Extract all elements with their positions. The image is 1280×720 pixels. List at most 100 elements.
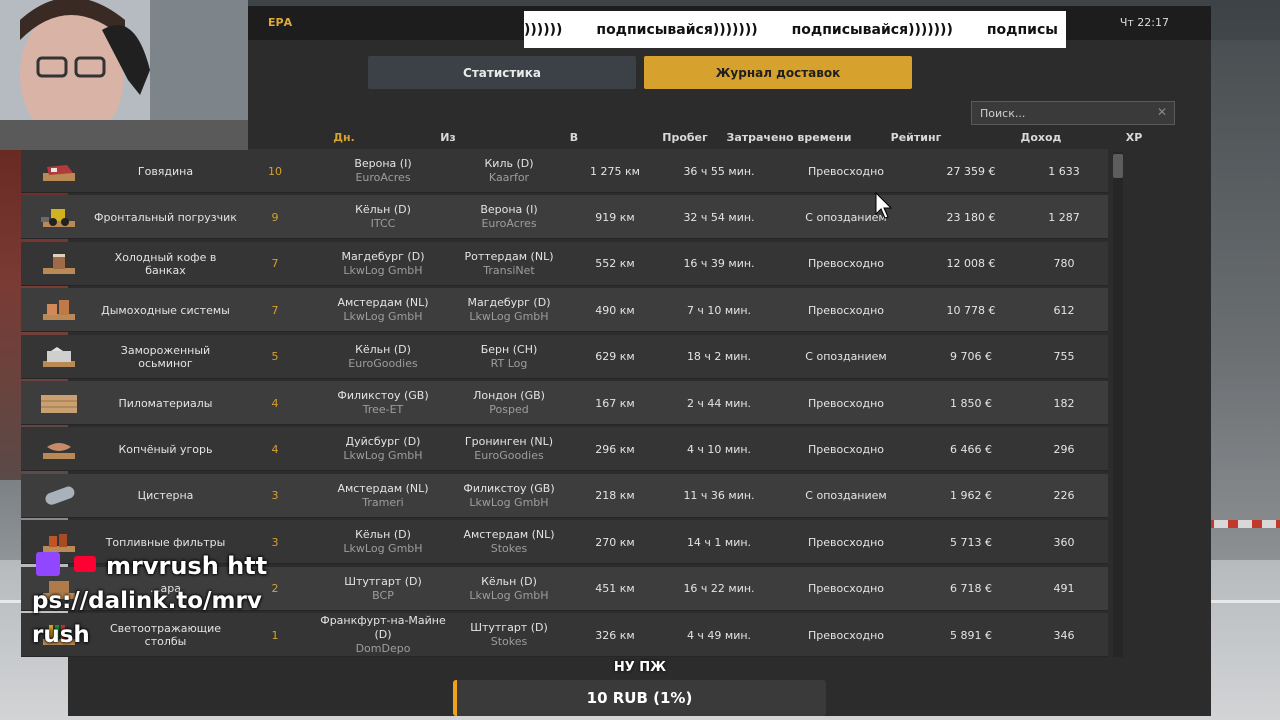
octopus-cargo-icon: [43, 346, 75, 367]
time-value: 4 ч 49 мин.: [686, 628, 752, 642]
tab-statistics[interactable]: Статистика: [368, 56, 636, 89]
table-row[interactable]: Светоотражающие столбы 1 Франкфурт-на-Майн…: [21, 613, 1108, 657]
destination-cell: Филикстоу (GB) LkwLog GmbH: [439, 474, 579, 518]
clock: Чт 22:17: [1119, 16, 1169, 29]
origin-city: Амстердам (NL): [337, 296, 429, 310]
table-row[interactable]: Дымоходные системы 7 Амстердам (NL) LkwLog …: [21, 288, 1108, 333]
destination-cell: Верона (I) EuroAcres: [439, 195, 579, 239]
time-value: 16 ч 39 мин.: [683, 257, 755, 271]
income-value: 10 778 €: [946, 303, 996, 317]
table-row[interactable]: Цистерна 3 Амстердам (NL) Trameri Филикстоу …: [21, 473, 1108, 518]
destination-cell: Роттердам (NL) TransiNet: [439, 242, 579, 286]
xp-value: 491: [1053, 582, 1075, 596]
origin-company: ITCC: [370, 217, 396, 231]
table-row[interactable]: Говядина 10 Верона (I) EuroAcres Киль (D) Kaa…: [21, 149, 1108, 193]
destination-company: LkwLog GmbH: [469, 310, 549, 324]
time-value: 14 ч 1 мин.: [686, 535, 752, 549]
destination-city: Филикстоу (GB): [463, 481, 555, 495]
distance-value: 451 км: [595, 582, 635, 596]
scrollbar-track[interactable]: [1113, 152, 1123, 657]
distance-value: 490 км: [595, 303, 635, 317]
social-handle: mrvrush htt: [106, 552, 268, 580]
xp-value: 226: [1053, 489, 1075, 503]
donation-progress-label: 10 RUB (1%): [586, 689, 693, 707]
clear-search-icon[interactable]: ✕: [1157, 105, 1167, 119]
distance-value: 629 км: [595, 350, 635, 364]
destination-cell: Лондон (GB) Posped: [439, 381, 579, 425]
time-value: 2 ч 44 мин.: [686, 396, 752, 410]
table-row[interactable]: Холодный кофе в банках 7 Магдебург (D) LkwL…: [21, 241, 1108, 286]
cargo-name: Дымоходные системы: [101, 303, 230, 317]
destination-company: TransiNet: [483, 263, 535, 277]
origin-city: Франкфурт-на-Майне (D): [320, 614, 446, 641]
destination-city: Киль (D): [484, 157, 534, 170]
rating-value: С опозданием: [805, 350, 887, 364]
origin-company: LkwLog GmbH: [343, 449, 423, 463]
table-row[interactable]: Копчёный угорь 4 Дуйсбург (D) LkwLog GmbH Гр…: [21, 427, 1108, 472]
table-header: Дн. Из В Пробег Затрачено времени Рейтин…: [200, 128, 1142, 146]
destination-city: Роттердам (NL): [464, 249, 554, 263]
search-placeholder: Поиск...: [980, 107, 1026, 120]
origin-company: EuroAcres: [355, 171, 411, 184]
origin-company: EuroGoodies: [348, 356, 418, 370]
income-value: 1 850 €: [950, 396, 992, 410]
column-header-xp[interactable]: XP: [1104, 131, 1164, 144]
youtube-icon: [74, 556, 96, 572]
cargo-name: Пиломатериалы: [118, 396, 213, 410]
rating-value: Превосходно: [807, 442, 885, 456]
tab-delivery-log[interactable]: Журнал доставок: [644, 56, 912, 89]
scrollbar-thumb[interactable]: [1113, 154, 1123, 178]
loader-cargo-icon: [41, 209, 75, 228]
origin-cell: Амстердам (NL) Trameri: [313, 474, 453, 518]
destination-cell: Берн (CH) RT Log: [439, 335, 579, 379]
column-header-days[interactable]: Дн.: [324, 131, 364, 144]
distance-value: 552 км: [595, 257, 635, 271]
time-value: 32 ч 54 мин.: [683, 210, 755, 224]
table-row[interactable]: Пиломатериалы 4 Филикстоу (GB) Tree-ET Лондо…: [21, 381, 1108, 425]
origin-company: Trameri: [362, 495, 404, 509]
income-value: 12 008 €: [946, 257, 996, 271]
column-header-distance[interactable]: Пробег: [645, 131, 725, 144]
xp-value: 1 633: [1048, 164, 1080, 178]
subscribe-ticker: )))))) подписывайся))))))) подписывайся)…: [524, 11, 1066, 48]
xp-value: 755: [1053, 350, 1075, 364]
destination-city: Лондон (GB): [473, 389, 545, 402]
destination-company: LkwLog GmbH: [469, 588, 549, 602]
tank-cargo-icon: [45, 486, 75, 505]
destination-company: LkwLog GmbH: [469, 495, 549, 509]
column-header-rating[interactable]: Рейтинг: [866, 131, 966, 144]
origin-city: Кёльн (D): [355, 203, 411, 217]
origin-cell: Верона (I) EuroAcres: [313, 149, 453, 193]
xp-value: 296: [1053, 442, 1075, 456]
distance-value: 919 км: [595, 210, 635, 224]
column-header-from[interactable]: Из: [408, 131, 488, 144]
destination-cell: Киль (D) Kaarfor: [439, 149, 579, 193]
destination-city: Амстердам (NL): [463, 528, 555, 542]
destination-company: Stokes: [490, 635, 528, 648]
origin-company: LkwLog GmbH: [343, 263, 423, 277]
origin-city: Магдебург (D): [341, 249, 425, 263]
destination-city: Гронинген (NL): [464, 435, 554, 449]
origin-city: Кёльн (D): [355, 342, 411, 356]
rating-value: Превосходно: [807, 582, 885, 596]
table-row[interactable]: Замороженный осьминог 5 Кёльн (D) EuroGoodi…: [21, 334, 1108, 379]
rating-value: Превосходно: [807, 164, 885, 178]
column-header-income[interactable]: Доход: [991, 131, 1091, 144]
destination-cell: Кёльн (D) LkwLog GmbH: [439, 567, 579, 611]
days-value: 5: [271, 350, 279, 364]
coffee-cargo-icon: [43, 253, 75, 274]
column-header-time[interactable]: Затрачено времени: [724, 131, 854, 144]
column-header-to[interactable]: В: [534, 131, 614, 144]
days-value: 3: [271, 489, 279, 503]
destination-company: RT Log: [490, 356, 528, 370]
xp-value: 346: [1053, 628, 1075, 642]
distance-value: 1 275 км: [590, 164, 640, 178]
window-title: ЕРА: [268, 16, 293, 29]
xp-value: 612: [1053, 303, 1075, 317]
rating-value: С опозданием: [805, 489, 887, 503]
income-value: 5 891 €: [950, 628, 992, 642]
fish-cargo-icon: [43, 443, 75, 460]
table-row[interactable]: Фронтальный погрузчик 9 Кёльн (D) ITCC Верон…: [21, 195, 1108, 240]
cargo-name: Цистерна: [137, 489, 194, 503]
search-input[interactable]: Поиск... ✕: [971, 101, 1175, 125]
